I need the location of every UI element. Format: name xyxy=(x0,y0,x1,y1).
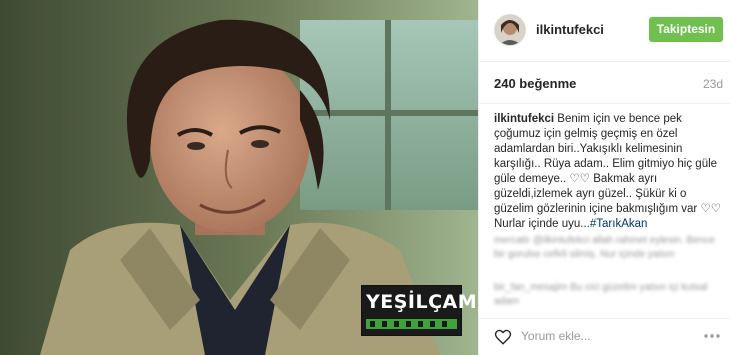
caption-username[interactable]: ilkintufekci xyxy=(494,113,554,125)
caption-text: Benim için ve bence pek çoğumuz için gel… xyxy=(494,113,722,230)
film-strip xyxy=(366,319,457,329)
comment-bar: Yorum ekle... xyxy=(479,318,730,355)
avatar-image xyxy=(495,15,525,45)
comment-input[interactable]: Yorum ekle... xyxy=(521,329,591,343)
comment-item: mercatir @ilkintufekci allah rahmet eyle… xyxy=(494,235,715,260)
instagram-post: YEŞİLÇAM ilkintufekci Takiptesin 240 beğ… xyxy=(0,0,730,355)
likes-row: 240 beğenme 23d xyxy=(479,62,730,104)
more-icon[interactable] xyxy=(703,329,721,343)
post-sidebar: ilkintufekci Takiptesin 240 beğenme 23d … xyxy=(478,0,730,355)
follow-button[interactable]: Takiptesin xyxy=(649,17,723,42)
avatar[interactable] xyxy=(494,14,526,46)
logo-text: YEŞİLÇAM xyxy=(366,291,478,313)
likes-count[interactable]: 240 beğenme xyxy=(494,76,576,91)
caption: ilkintufekci Benim için ve bence pek çoğ… xyxy=(494,112,722,232)
username[interactable]: ilkintufekci xyxy=(536,22,604,37)
hashtag-link[interactable]: #TarıkAkan xyxy=(590,218,648,230)
post-age: 23d xyxy=(702,77,723,91)
post-photo[interactable]: YEŞİLÇAM xyxy=(0,0,478,355)
yesilcam-logo: YEŞİLÇAM xyxy=(361,285,477,336)
heart-icon[interactable] xyxy=(494,328,512,346)
post-header: ilkintufekci Takiptesin xyxy=(479,0,730,62)
comment-item: bir_fan_mesajim Bu cici güzelim yatsın i… xyxy=(494,282,708,307)
